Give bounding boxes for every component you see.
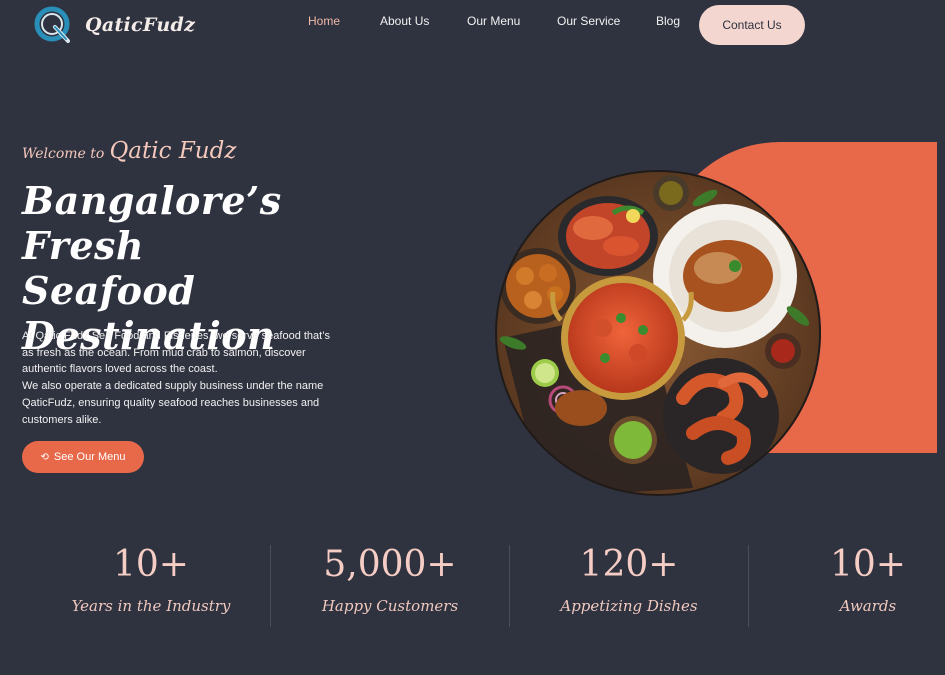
site-header: QaticFudz Home About Us Our Menu Our Ser… (0, 0, 945, 48)
menu-icon: ⟲ (40, 451, 49, 463)
welcome-prefix: Welcome to (22, 146, 105, 162)
see-our-menu-button[interactable]: ⟲ See Our Menu (22, 441, 144, 473)
stat-label: Years in the Industry (71, 597, 231, 615)
stat-label: Appetizing Dishes (560, 597, 698, 615)
stat-customers: 5,000+ Happy Customers (270, 535, 510, 615)
stat-value: 10+ (113, 544, 189, 585)
stat-value: 120+ (579, 544, 679, 585)
stat-value: 10+ (830, 544, 906, 585)
welcome-brand: Qatic Fudz (109, 138, 237, 164)
nav-blog[interactable]: Blog (656, 14, 680, 28)
nav-our-menu[interactable]: Our Menu (467, 14, 520, 28)
nav-our-service[interactable]: Our Service (557, 14, 620, 28)
hero-paragraph-1: At Qatic Fudz Sea Food and Fisheries, we… (22, 330, 330, 376)
see-our-menu-label: See Our Menu (53, 451, 126, 463)
contact-us-button[interactable]: Contact Us (699, 5, 805, 45)
welcome-line: Welcome to Qatic Fudz (22, 138, 236, 164)
stat-dishes: 120+ Appetizing Dishes (509, 535, 749, 615)
hero-description: At Qatic Fudz Sea Food and Fisheries, we… (22, 328, 344, 428)
headline-line-2: Seafood (22, 268, 196, 313)
nav-about-us[interactable]: About Us (380, 14, 429, 28)
stat-years: 10+ Years in the Industry (31, 535, 271, 615)
nav-home[interactable]: Home (308, 14, 340, 28)
stat-label: Awards (839, 597, 897, 615)
stat-value: 5,000+ (323, 544, 457, 585)
stat-label: Happy Customers (321, 597, 459, 615)
headline-line-1: Bangalore’s Fresh (22, 178, 282, 268)
stats-section: 10+ Years in the Industry 5,000+ Happy C… (0, 535, 945, 635)
seafood-platter-image (495, 170, 821, 496)
stat-awards: 10+ Awards (748, 535, 945, 615)
hero-paragraph-2: We also operate a dedicated supply busin… (22, 380, 324, 426)
